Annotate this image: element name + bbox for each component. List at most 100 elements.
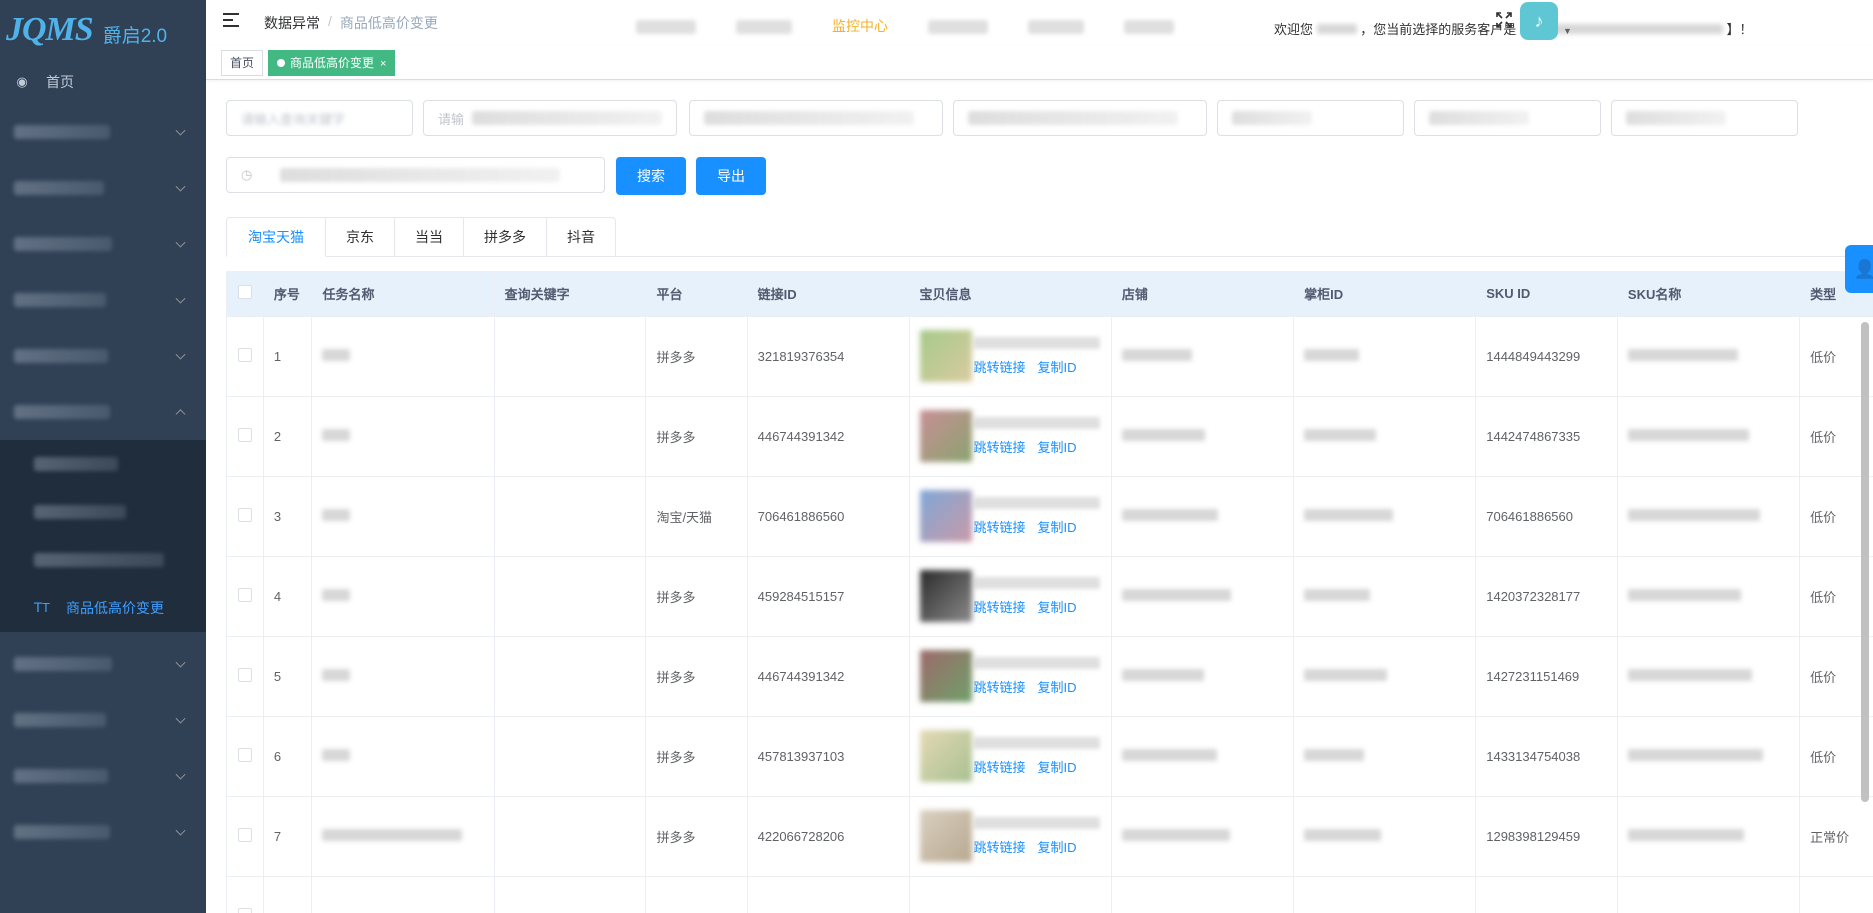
tab-dangdang[interactable]: 当当 — [395, 217, 464, 257]
tab-taobao-tmall[interactable]: 淘宝天猫 — [226, 217, 326, 257]
sidebar-item[interactable] — [0, 804, 206, 860]
top-nav-monitor-center[interactable]: 监控中心 — [832, 16, 888, 36]
cell-shop — [1111, 796, 1295, 877]
row-checkbox[interactable] — [237, 747, 252, 762]
sidebar-item[interactable] — [0, 216, 206, 272]
close-icon[interactable]: × — [380, 58, 386, 70]
cell-sku-name — [1617, 316, 1801, 397]
sidebar-item-label: 商品低高价变更 — [66, 600, 164, 616]
cell-shop — [1111, 636, 1295, 717]
cell-task-name — [311, 716, 495, 797]
row-checkbox[interactable] — [237, 907, 252, 913]
copy-id-link[interactable]: 复制ID — [1038, 520, 1077, 535]
cell-link-id: 321819376354 — [747, 316, 910, 397]
row-checkbox[interactable] — [237, 667, 252, 682]
cell-keyword — [494, 476, 647, 557]
cell-type: 正常价 — [1799, 796, 1873, 877]
cell-link-id: 706461886560 — [747, 476, 910, 557]
cell-no: 2 — [263, 396, 313, 477]
product-thumbnail — [919, 650, 972, 702]
tab-jd[interactable]: 京东 — [326, 217, 395, 257]
tag-current[interactable]: 商品低高价变更 × — [268, 50, 396, 76]
product-thumbnail — [919, 410, 972, 462]
cell-link-id: 422066728206 — [747, 796, 910, 877]
sidebar-item[interactable] — [0, 104, 206, 160]
copy-id-link[interactable]: 复制ID — [1038, 760, 1077, 775]
top-nav-item[interactable] — [636, 20, 696, 34]
top-nav-item[interactable] — [1124, 20, 1174, 34]
cell-keyword — [494, 716, 647, 797]
hamburger-icon[interactable] — [223, 13, 239, 27]
row-checkbox-cell — [227, 476, 264, 557]
row-checkbox[interactable] — [237, 827, 252, 842]
keyword-input[interactable]: 请输入查询关键字 — [226, 100, 413, 136]
product-thumbnail — [919, 330, 972, 382]
tab-douyin[interactable]: 抖音 — [547, 217, 616, 257]
tag-home[interactable]: 首页 — [221, 50, 264, 76]
breadcrumb-item[interactable]: 数据异常 — [264, 13, 320, 33]
row-checkbox[interactable] — [237, 427, 252, 442]
jump-link[interactable]: 跳转链接 — [974, 760, 1026, 775]
user-float-icon[interactable]: 👤 — [1845, 245, 1873, 293]
table-row — [227, 876, 1873, 913]
col-header: 宝贝信息 — [909, 271, 1112, 317]
top-nav-item[interactable] — [928, 20, 988, 34]
caret-down-icon[interactable]: ▼ — [1563, 26, 1572, 36]
cell-shop — [1111, 476, 1295, 557]
cell-link-id: 446744391342 — [747, 396, 910, 477]
cell-product-info: 跳转链接 复制ID — [909, 476, 1112, 557]
search-button[interactable]: 搜索 — [616, 157, 686, 195]
filter-placeholder: 请输 — [438, 111, 465, 127]
copy-id-link[interactable]: 复制ID — [1038, 600, 1077, 615]
filter-select[interactable] — [953, 100, 1207, 136]
jump-link[interactable]: 跳转链接 — [974, 360, 1026, 375]
jump-link[interactable]: 跳转链接 — [974, 600, 1026, 615]
table-cell — [645, 876, 748, 913]
jump-link[interactable]: 跳转链接 — [974, 520, 1026, 535]
filter-input[interactable]: 请输 — [423, 100, 677, 136]
select-all-checkbox[interactable] — [237, 284, 252, 299]
top-nav-item[interactable] — [736, 20, 792, 34]
row-checkbox-cell — [227, 796, 264, 877]
row-checkbox[interactable] — [237, 347, 252, 362]
sidebar-subitem[interactable] — [0, 440, 206, 488]
jump-link[interactable]: 跳转链接 — [974, 840, 1026, 855]
sidebar-item[interactable] — [0, 636, 206, 692]
jump-link[interactable]: 跳转链接 — [974, 440, 1026, 455]
copy-id-link[interactable]: 复制ID — [1038, 840, 1077, 855]
sidebar-subitem[interactable] — [0, 536, 206, 584]
table-row: 4 拼多多 459284515157 跳转链接 复制ID 1420372328177 低价 — [227, 556, 1873, 637]
top-nav-item[interactable] — [1028, 20, 1084, 34]
sidebar-item-data-exception[interactable] — [0, 384, 206, 440]
copy-id-link[interactable]: 复制ID — [1038, 440, 1077, 455]
cell-task-name — [311, 636, 495, 717]
sidebar-item[interactable] — [0, 692, 206, 748]
avatar[interactable]: ♪ — [1520, 2, 1558, 40]
row-checkbox[interactable] — [237, 507, 252, 522]
sidebar-item-price-change[interactable]: ꓔT 商品低高价变更 — [0, 584, 206, 632]
export-button[interactable]: 导出 — [696, 157, 766, 195]
table-cell — [494, 876, 647, 913]
copy-id-link[interactable]: 复制ID — [1038, 680, 1077, 695]
cell-no: 3 — [263, 476, 313, 557]
tab-pinduoduo[interactable]: 拼多多 — [464, 217, 547, 257]
cell-owner-id — [1293, 476, 1477, 557]
filter-select[interactable] — [1611, 100, 1798, 136]
vertical-scrollbar[interactable] — [1861, 322, 1869, 802]
fullscreen-icon[interactable] — [1496, 12, 1512, 28]
filter-select[interactable] — [1414, 100, 1601, 136]
sidebar-item[interactable] — [0, 272, 206, 328]
row-checkbox[interactable] — [237, 587, 252, 602]
sidebar-subitem[interactable] — [0, 488, 206, 536]
sidebar-item[interactable] — [0, 748, 206, 804]
sidebar-item[interactable] — [0, 160, 206, 216]
jump-link[interactable]: 跳转链接 — [974, 680, 1026, 695]
copy-id-link[interactable]: 复制ID — [1038, 360, 1077, 375]
filter-select[interactable] — [1217, 100, 1404, 136]
filter-select[interactable] — [689, 100, 943, 136]
row-checkbox-cell — [227, 556, 264, 637]
table-header-row: 序号 任务名称 查询关键字 平台 链接ID 宝贝信息 店铺 掌柜ID SKU I… — [227, 271, 1873, 317]
date-range-picker[interactable]: ◷ — [226, 157, 605, 193]
sidebar-item-home[interactable]: ◉ 首页 — [0, 60, 206, 104]
sidebar-item[interactable] — [0, 328, 206, 384]
